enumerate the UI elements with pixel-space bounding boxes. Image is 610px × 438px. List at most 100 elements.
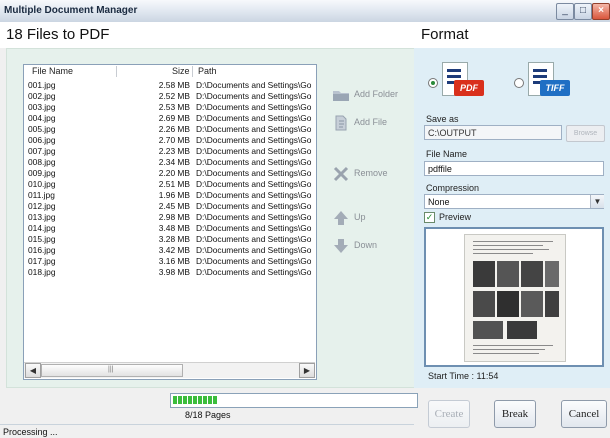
file-size-cell: 3.28 MB: [158, 234, 190, 244]
file-size-cell: 2.20 MB: [158, 168, 190, 178]
table-row[interactable]: 002.jpg 2.52 MB D:\Documents and Settings\…: [24, 91, 315, 102]
down-button[interactable]: Down: [330, 235, 410, 257]
file-name-cell: 015.jpg: [28, 234, 56, 244]
table-row[interactable]: 006.jpg 2.70 MB D:\Documents and Settings\…: [24, 135, 315, 146]
status-text: Processing ...: [3, 427, 58, 437]
file-size-cell: 2.45 MB: [158, 201, 190, 211]
tiff-radio[interactable]: [514, 78, 524, 88]
progress-block: [178, 396, 182, 404]
file-name-cell: 006.jpg: [28, 135, 56, 145]
table-row[interactable]: 011.jpg 1.96 MB D:\Documents and Settings\…: [24, 190, 315, 201]
progress-block: [208, 396, 212, 404]
compression-select[interactable]: None: [424, 194, 604, 209]
progress-block: [188, 396, 192, 404]
file-size-cell: 2.69 MB: [158, 113, 190, 123]
break-button[interactable]: Break: [494, 400, 536, 428]
progress-text: 8/18 Pages: [185, 410, 231, 420]
pdf-radio[interactable]: [428, 78, 438, 88]
file-size-cell: 2.70 MB: [158, 135, 190, 145]
format-option-tiff[interactable]: TIFF: [514, 62, 574, 106]
table-row[interactable]: 004.jpg 2.69 MB D:\Documents and Settings\…: [24, 113, 315, 124]
table-row[interactable]: 009.jpg 2.20 MB D:\Documents and Settings\…: [24, 168, 315, 179]
browse-button[interactable]: Browse: [566, 125, 605, 142]
save-as-label: Save as: [426, 114, 459, 124]
file-path-cell: D:\Documents and Settings\Go: [196, 113, 312, 123]
add-file-button[interactable]: Add File: [330, 112, 410, 134]
progress-block: [203, 396, 207, 404]
file-name-cell: 005.jpg: [28, 124, 56, 134]
cancel-button[interactable]: Cancel: [561, 400, 607, 428]
file-name-cell: 003.jpg: [28, 102, 56, 112]
file-name-cell: 004.jpg: [28, 113, 56, 123]
table-row[interactable]: 001.jpg 2.58 MB D:\Documents and Settings\…: [24, 80, 315, 91]
file-size-cell: 2.51 MB: [158, 179, 190, 189]
preview-label: Preview: [439, 212, 472, 222]
remove-button[interactable]: Remove: [330, 163, 410, 185]
file-path-cell: D:\Documents and Settings\Go: [196, 157, 312, 167]
table-row[interactable]: 013.jpg 2.98 MB D:\Documents and Settings\…: [24, 212, 315, 223]
column-header-size[interactable]: Size: [172, 66, 190, 78]
maximize-button[interactable]: □: [574, 3, 592, 20]
progress-block: [198, 396, 202, 404]
table-row[interactable]: 008.jpg 2.34 MB D:\Documents and Settings\…: [24, 157, 315, 168]
table-row[interactable]: 017.jpg 3.16 MB D:\Documents and Settings\…: [24, 256, 315, 267]
add-folder-button[interactable]: Add Folder: [330, 84, 410, 106]
file-size-cell: 2.23 MB: [158, 146, 190, 156]
file-name-cell: 016.jpg: [28, 245, 56, 255]
minimize-button[interactable]: _: [556, 3, 574, 20]
file-size-cell: 3.98 MB: [158, 267, 190, 277]
add-folder-label: Add Folder: [354, 89, 399, 99]
column-divider[interactable]: [192, 66, 193, 77]
create-button[interactable]: Create: [428, 400, 470, 428]
remove-icon: [333, 166, 349, 182]
close-button[interactable]: ×: [592, 3, 610, 20]
table-row[interactable]: 012.jpg 2.45 MB D:\Documents and Settings\…: [24, 201, 315, 212]
file-name-cell: 014.jpg: [28, 223, 56, 233]
table-row[interactable]: 018.jpg 3.98 MB D:\Documents and Settings\…: [24, 267, 315, 278]
up-button[interactable]: Up: [330, 207, 410, 229]
file-name-cell: 012.jpg: [28, 201, 56, 211]
table-row[interactable]: 010.jpg 2.51 MB D:\Documents and Settings\…: [24, 179, 315, 190]
file-name-label: File Name: [426, 149, 468, 159]
file-size-cell: 3.16 MB: [158, 256, 190, 266]
files-title: 18 Files to PDF: [6, 26, 110, 43]
file-name-cell: 010.jpg: [28, 179, 56, 189]
file-name-cell: 017.jpg: [28, 256, 56, 266]
file-path-cell: D:\Documents and Settings\Go: [196, 267, 312, 277]
chevron-down-icon[interactable]: ▼: [590, 195, 604, 208]
save-as-field[interactable]: C:\OUTPUT: [424, 125, 562, 140]
column-header-path[interactable]: Path: [198, 66, 217, 78]
file-path-cell: D:\Documents and Settings\Go: [196, 80, 312, 90]
file-icon: [335, 115, 347, 131]
file-name-cell: 018.jpg: [28, 267, 56, 277]
file-path-cell: D:\Documents and Settings\Go: [196, 102, 312, 112]
scroll-left-icon[interactable]: ◀: [25, 363, 41, 378]
table-row[interactable]: 014.jpg 3.48 MB D:\Documents and Settings\…: [24, 223, 315, 234]
file-path-cell: D:\Documents and Settings\Go: [196, 234, 312, 244]
remove-label: Remove: [354, 168, 388, 178]
file-path-cell: D:\Documents and Settings\Go: [196, 245, 312, 255]
pdf-badge: PDF: [454, 80, 484, 96]
window-title: Multiple Document Manager: [4, 5, 138, 16]
file-name-field[interactable]: pdffile: [424, 161, 604, 176]
progress-block: [193, 396, 197, 404]
progress-bar: [170, 393, 418, 408]
down-label: Down: [354, 240, 378, 250]
table-row[interactable]: 016.jpg 3.42 MB D:\Documents and Settings\…: [24, 245, 315, 256]
column-header-file-name[interactable]: File Name: [32, 66, 73, 78]
file-path-cell: D:\Documents and Settings\Go: [196, 201, 312, 211]
file-name-cell: 009.jpg: [28, 168, 56, 178]
file-path-cell: D:\Documents and Settings\Go: [196, 124, 312, 134]
table-row[interactable]: 005.jpg 2.26 MB D:\Documents and Settings\…: [24, 124, 315, 135]
file-size-cell: 2.34 MB: [158, 157, 190, 167]
table-row[interactable]: 007.jpg 2.23 MB D:\Documents and Settings\…: [24, 146, 315, 157]
preview-checkbox[interactable]: ✓: [424, 212, 435, 223]
table-row[interactable]: 003.jpg 2.53 MB D:\Documents and Settings\…: [24, 102, 315, 113]
table-row[interactable]: 015.jpg 3.28 MB D:\Documents and Settings\…: [24, 234, 315, 245]
file-path-cell: D:\Documents and Settings\Go: [196, 91, 312, 101]
scroll-right-icon[interactable]: ▶: [299, 363, 315, 378]
column-divider[interactable]: [116, 66, 117, 77]
preview-page-image: [464, 234, 566, 362]
format-option-pdf[interactable]: PDF: [428, 62, 488, 106]
file-path-cell: D:\Documents and Settings\Go: [196, 179, 312, 189]
